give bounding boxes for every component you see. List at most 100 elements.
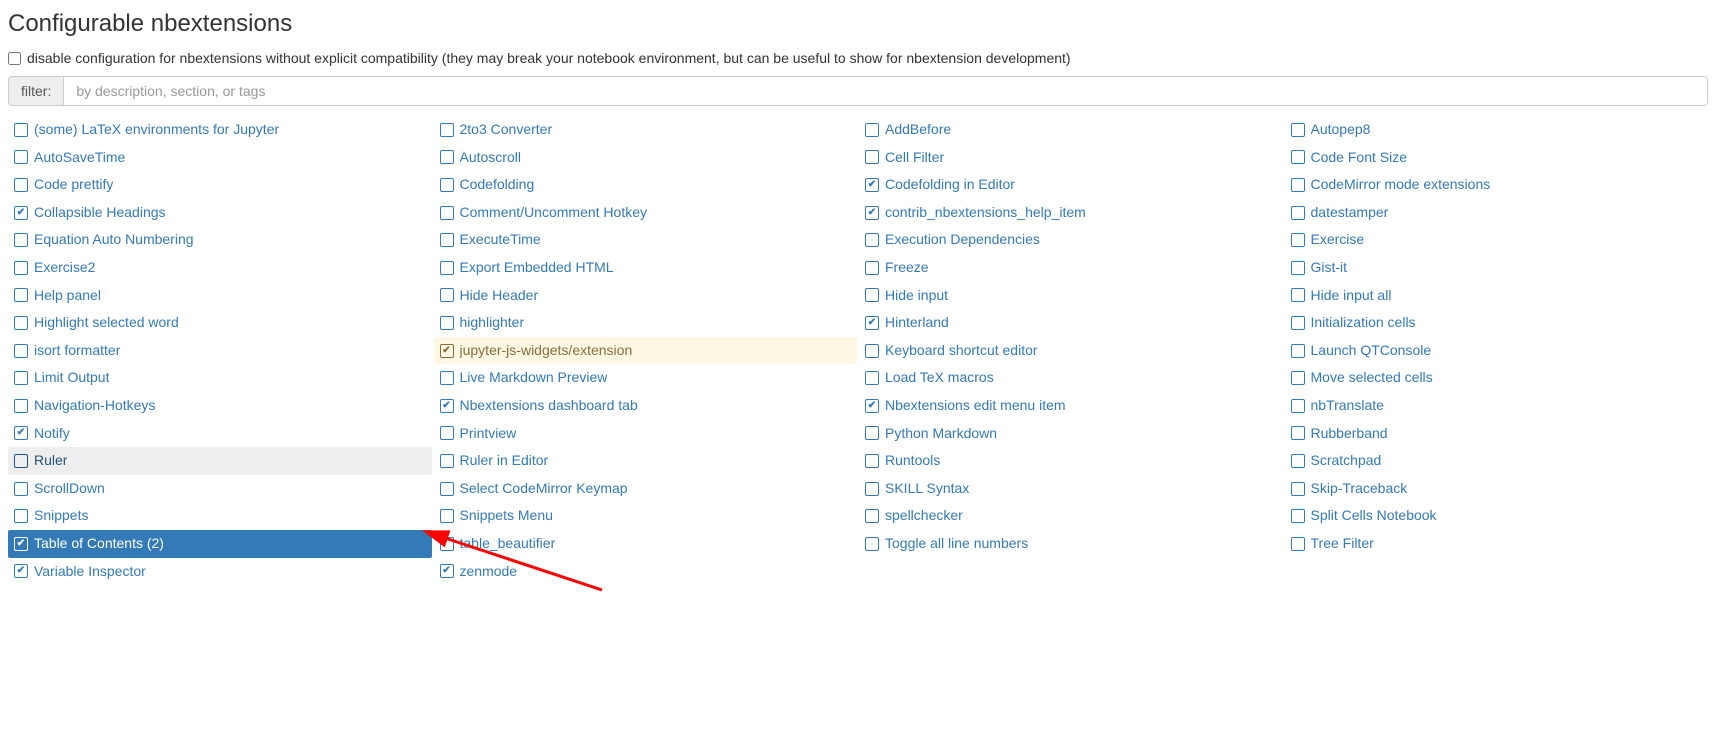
extension-item[interactable]: Select CodeMirror Keymap — [434, 475, 858, 503]
extension-item[interactable]: Code prettify — [8, 171, 432, 199]
extension-checkbox-icon[interactable] — [1291, 482, 1305, 496]
extension-item[interactable]: Split Cells Notebook — [1285, 502, 1709, 530]
extension-item[interactable]: Notify — [8, 420, 432, 448]
extension-checkbox-icon[interactable] — [14, 482, 28, 496]
extension-item[interactable]: AutoSaveTime — [8, 144, 432, 172]
extension-checkbox-icon[interactable] — [1291, 150, 1305, 164]
extension-checkbox-icon[interactable] — [14, 371, 28, 385]
extension-item[interactable]: Python Markdown — [859, 420, 1283, 448]
extension-checkbox-icon[interactable] — [1291, 316, 1305, 330]
extension-checkbox-icon[interactable] — [865, 426, 879, 440]
extension-item[interactable]: Table of Contents (2) — [8, 530, 432, 558]
extension-checkbox-icon[interactable] — [1291, 178, 1305, 192]
extension-item[interactable]: Scratchpad — [1285, 447, 1709, 475]
extension-checkbox-icon[interactable] — [1291, 344, 1305, 358]
extension-item[interactable]: Snippets Menu — [434, 502, 858, 530]
extension-item[interactable]: Hide input all — [1285, 282, 1709, 310]
extension-checkbox-icon[interactable] — [14, 178, 28, 192]
extension-checkbox-icon[interactable] — [440, 399, 454, 413]
extension-checkbox-icon[interactable] — [440, 564, 454, 578]
extension-checkbox-icon[interactable] — [865, 316, 879, 330]
extension-checkbox-icon[interactable] — [14, 509, 28, 523]
extension-checkbox-icon[interactable] — [14, 316, 28, 330]
extension-item[interactable]: nbTranslate — [1285, 392, 1709, 420]
extension-checkbox-icon[interactable] — [1291, 288, 1305, 302]
extension-item[interactable]: SKILL Syntax — [859, 475, 1283, 503]
extension-item[interactable]: table_beautifier — [434, 530, 858, 558]
extension-checkbox-icon[interactable] — [14, 344, 28, 358]
extension-checkbox-icon[interactable] — [1291, 537, 1305, 551]
extension-item[interactable]: Limit Output — [8, 364, 432, 392]
extension-item[interactable]: Comment/Uncomment Hotkey — [434, 199, 858, 227]
extension-item[interactable]: isort formatter — [8, 337, 432, 365]
extension-checkbox-icon[interactable] — [1291, 261, 1305, 275]
extension-checkbox-icon[interactable] — [440, 344, 454, 358]
extension-item[interactable]: highlighter — [434, 309, 858, 337]
extension-checkbox-icon[interactable] — [440, 150, 454, 164]
extension-checkbox-icon[interactable] — [1291, 399, 1305, 413]
extension-checkbox-icon[interactable] — [440, 316, 454, 330]
extension-item[interactable]: jupyter-js-widgets/extension — [434, 337, 858, 365]
extension-item[interactable]: Snippets — [8, 502, 432, 530]
extension-checkbox-icon[interactable] — [440, 206, 454, 220]
extension-item[interactable]: Runtools — [859, 447, 1283, 475]
extension-item[interactable]: Initialization cells — [1285, 309, 1709, 337]
extension-item[interactable]: Move selected cells — [1285, 364, 1709, 392]
extension-checkbox-icon[interactable] — [865, 344, 879, 358]
extension-item[interactable]: Cell Filter — [859, 144, 1283, 172]
extension-item[interactable]: AddBefore — [859, 116, 1283, 144]
extension-checkbox-icon[interactable] — [865, 178, 879, 192]
extension-item[interactable]: Collapsible Headings — [8, 199, 432, 227]
extension-checkbox-icon[interactable] — [14, 426, 28, 440]
extension-checkbox-icon[interactable] — [440, 426, 454, 440]
filter-input[interactable] — [63, 76, 1708, 106]
extension-item[interactable]: Variable Inspector — [8, 558, 432, 586]
extension-checkbox-icon[interactable] — [1291, 426, 1305, 440]
extension-checkbox-icon[interactable] — [440, 288, 454, 302]
extension-item[interactable]: Gist-it — [1285, 254, 1709, 282]
extension-checkbox-icon[interactable] — [1291, 206, 1305, 220]
extension-checkbox-icon[interactable] — [14, 206, 28, 220]
extension-item[interactable]: zenmode — [434, 558, 858, 586]
extension-item[interactable]: Ruler — [8, 447, 432, 475]
extension-checkbox-icon[interactable] — [865, 206, 879, 220]
extension-checkbox-icon[interactable] — [440, 178, 454, 192]
extension-checkbox-icon[interactable] — [865, 261, 879, 275]
extension-checkbox-icon[interactable] — [440, 454, 454, 468]
extension-item[interactable]: Hide input — [859, 282, 1283, 310]
extension-item[interactable]: Rubberband — [1285, 420, 1709, 448]
extension-item[interactable]: Live Markdown Preview — [434, 364, 858, 392]
extension-item[interactable]: ScrollDown — [8, 475, 432, 503]
extension-item[interactable]: Load TeX macros — [859, 364, 1283, 392]
extension-item[interactable]: CodeMirror mode extensions — [1285, 171, 1709, 199]
extension-item[interactable]: Printview — [434, 420, 858, 448]
extension-checkbox-icon[interactable] — [865, 123, 879, 137]
extension-item[interactable]: Execution Dependencies — [859, 226, 1283, 254]
extension-item[interactable]: Ruler in Editor — [434, 447, 858, 475]
extension-item[interactable]: Tree Filter — [1285, 530, 1709, 558]
extension-item[interactable]: Hide Header — [434, 282, 858, 310]
extension-item[interactable]: Code Font Size — [1285, 144, 1709, 172]
extension-checkbox-icon[interactable] — [865, 288, 879, 302]
extension-checkbox-icon[interactable] — [865, 233, 879, 247]
extension-item[interactable]: (some) LaTeX environments for Jupyter — [8, 116, 432, 144]
compat-checkbox[interactable] — [8, 52, 21, 65]
extension-checkbox-icon[interactable] — [1291, 123, 1305, 137]
extension-checkbox-icon[interactable] — [1291, 509, 1305, 523]
compat-toggle-row[interactable]: disable configuration for nbextensions w… — [8, 50, 1708, 66]
extension-checkbox-icon[interactable] — [865, 454, 879, 468]
extension-checkbox-icon[interactable] — [440, 537, 454, 551]
extension-checkbox-icon[interactable] — [865, 482, 879, 496]
extension-checkbox-icon[interactable] — [440, 123, 454, 137]
extension-checkbox-icon[interactable] — [440, 233, 454, 247]
extension-checkbox-icon[interactable] — [440, 509, 454, 523]
extension-checkbox-icon[interactable] — [14, 261, 28, 275]
extension-checkbox-icon[interactable] — [14, 150, 28, 164]
extension-item[interactable]: 2to3 Converter — [434, 116, 858, 144]
extension-item[interactable]: Codefolding in Editor — [859, 171, 1283, 199]
extension-item[interactable]: Navigation-Hotkeys — [8, 392, 432, 420]
extension-item[interactable]: Exercise — [1285, 226, 1709, 254]
extension-item[interactable]: Nbextensions dashboard tab — [434, 392, 858, 420]
extension-checkbox-icon[interactable] — [865, 399, 879, 413]
extension-item[interactable]: Exercise2 — [8, 254, 432, 282]
